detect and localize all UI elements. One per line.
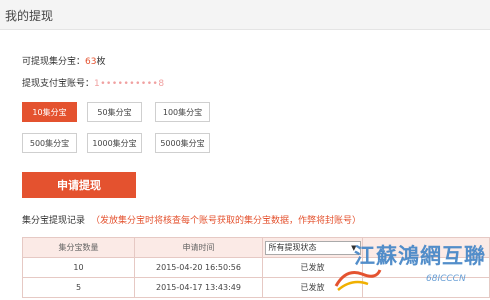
amount-option-5000[interactable]: 5000集分宝 (155, 133, 210, 153)
account-row: 提现支付宝账号：1••••••••••8 (22, 76, 165, 89)
account-label: 提现支付宝账号： (22, 79, 95, 89)
page-title: 我的提现 (5, 9, 54, 23)
column-amount: 集分宝数量 (22, 237, 135, 258)
balance-value: 63 (85, 57, 97, 67)
balance-row: 可提现集分宝：63枚 (22, 54, 105, 67)
row-amount: 5 (22, 277, 135, 298)
row-status: 已发放 (262, 277, 363, 298)
row-status: 已发放 (262, 257, 363, 278)
apply-withdraw-button[interactable]: 申请提现 (22, 172, 136, 198)
row-extra (362, 257, 490, 278)
balance-label: 可提现集分宝： (22, 57, 86, 67)
top-bar: 我的提现 (0, 0, 490, 30)
table-row: 5 2015-04-17 13:43:49 已发放 (22, 277, 490, 298)
balance-unit: 枚 (96, 57, 106, 67)
amount-option-500[interactable]: 500集分宝 (22, 133, 77, 153)
table-header-row: 集分宝数量 申请时间 所有提现状态 ▼ (22, 237, 490, 258)
row-time: 2015-04-17 13:43:49 (134, 277, 263, 298)
records-note: （发放集分宝时将核查每个账号获取的集分宝数据，作弊将封账号） (91, 216, 362, 226)
records-table: 集分宝数量 申请时间 所有提现状态 ▼ 10 2015-04-20 16:50:… (22, 237, 490, 298)
table-row: 10 2015-04-20 16:50:56 已发放 (22, 257, 490, 278)
column-time: 申请时间 (134, 237, 263, 258)
row-amount: 10 (22, 257, 135, 278)
row-extra (362, 277, 490, 298)
row-time: 2015-04-20 16:50:56 (134, 257, 263, 278)
amount-option-50[interactable]: 50集分宝 (87, 102, 142, 122)
status-filter-select[interactable]: 所有提现状态 ▼ (264, 240, 361, 255)
account-value: 1••••••••••8 (94, 79, 165, 89)
column-status-filter: 所有提现状态 ▼ (262, 237, 363, 258)
chevron-down-icon: ▼ (351, 243, 357, 252)
records-header: 集分宝提现记录 （发放集分宝时将核查每个账号获取的集分宝数据，作弊将封账号） (22, 213, 361, 226)
column-extra (362, 237, 490, 258)
amount-option-1000[interactable]: 1000集分宝 (87, 133, 142, 153)
status-filter-value: 所有提现状态 (268, 243, 317, 252)
records-title: 集分宝提现记录 (22, 216, 86, 226)
amount-option-100[interactable]: 100集分宝 (155, 102, 210, 122)
amount-option-10[interactable]: 10集分宝 (22, 102, 77, 122)
